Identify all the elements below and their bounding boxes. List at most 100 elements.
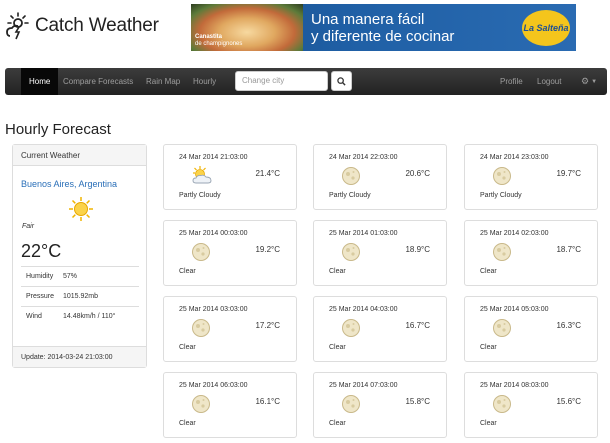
current-temperature: 22°C (21, 241, 62, 261)
update-label: Update: (21, 354, 46, 361)
forecast-datetime: 25 Mar 2014 03:03:00 (179, 306, 248, 313)
ad-food-image: Canastita de champignones (191, 4, 303, 51)
moon-icon (492, 166, 512, 186)
forecast-temperature: 15.8°C (405, 397, 430, 406)
forecast-card: 25 Mar 2014 07:03:00 15.8°C Clear (313, 372, 447, 438)
caret-down-icon: ▼ (591, 78, 598, 85)
forecast-temperature: 16.1°C (255, 397, 280, 406)
forecast-card: 25 Mar 2014 00:03:00 19.2°C Clear (163, 220, 297, 286)
forecast-temperature: 19.2°C (255, 245, 280, 254)
search-icon (337, 76, 346, 86)
forecast-temperature: 18.9°C (405, 245, 430, 254)
ad-headline-line1: Una manera fácil (311, 11, 425, 28)
ad-brand-logo: La Salteña (522, 10, 570, 46)
settings-dropdown[interactable]: ⚙ ▼ (581, 68, 597, 95)
forecast-datetime: 25 Mar 2014 07:03:00 (329, 382, 398, 389)
city-search-input[interactable]: Change city (235, 71, 328, 91)
forecast-card: 25 Mar 2014 05:03:00 16.3°C Clear (464, 296, 598, 362)
forecast-condition: Clear (179, 344, 196, 351)
forecast-condition: Clear (179, 268, 196, 275)
nav-rain-map[interactable]: Rain Map (146, 68, 180, 95)
current-weather-panel: Current Weather Buenos Aires, Argentina … (12, 144, 147, 368)
forecast-condition: Partly Cloudy (179, 192, 221, 199)
forecast-card: 24 Mar 2014 21:03:00 21.4°C Partly Cloudy (163, 144, 297, 210)
ad-headline-line2: y diferente de cocinar (311, 28, 455, 45)
moon-icon (492, 394, 512, 414)
detail-row-pressure: Pressure 1015.92mb (21, 286, 139, 306)
forecast-temperature: 21.4°C (255, 169, 280, 178)
forecast-datetime: 24 Mar 2014 23:03:00 (480, 154, 549, 161)
forecast-card: 25 Mar 2014 06:03:00 16.1°C Clear (163, 372, 297, 438)
forecast-temperature: 16.7°C (405, 321, 430, 330)
forecast-temperature: 17.2°C (255, 321, 280, 330)
forecast-card: 24 Mar 2014 23:03:00 19.7°C Partly Cloudy (464, 144, 598, 210)
forecast-datetime: 25 Mar 2014 00:03:00 (179, 230, 248, 237)
forecast-temperature: 19.7°C (556, 169, 581, 178)
detail-row-wind: Wind 14.48km/h / 110° (21, 306, 139, 326)
gear-icon: ⚙ (581, 76, 590, 86)
forecast-datetime: 24 Mar 2014 22:03:00 (329, 154, 398, 161)
moon-icon (492, 318, 512, 338)
forecast-datetime: 25 Mar 2014 05:03:00 (480, 306, 549, 313)
forecast-temperature: 15.6°C (556, 397, 581, 406)
nav-home[interactable]: Home (21, 68, 59, 95)
ad-product-label: Canastita de champignones (195, 34, 242, 48)
ad-product: Canastita (195, 34, 223, 40)
forecast-datetime: 25 Mar 2014 02:03:00 (480, 230, 549, 237)
forecast-card: 24 Mar 2014 22:03:00 20.6°C Partly Cloudy (313, 144, 447, 210)
moon-icon (341, 242, 361, 262)
forecast-condition: Clear (329, 420, 346, 427)
nav-hourly[interactable]: Hourly (193, 68, 216, 95)
detail-label: Pressure (26, 293, 55, 300)
forecast-condition: Partly Cloudy (480, 192, 522, 199)
forecast-condition: Clear (480, 420, 497, 427)
forecast-card: 25 Mar 2014 08:03:00 15.6°C Clear (464, 372, 598, 438)
forecast-condition: Clear (329, 268, 346, 275)
current-weather-header: Current Weather (13, 145, 146, 166)
moon-icon (492, 242, 512, 262)
forecast-datetime: 24 Mar 2014 21:03:00 (179, 154, 248, 161)
forecast-temperature: 20.6°C (405, 169, 430, 178)
forecast-condition: Clear (480, 268, 497, 275)
partly-cloudy-icon (191, 166, 212, 186)
app-name: Catch Weather (35, 15, 159, 36)
forecast-condition: Partly Cloudy (329, 192, 371, 199)
ad-banner[interactable]: Canastita de champignones Una manera fác… (191, 4, 576, 51)
page-title: Hourly Forecast (5, 121, 111, 138)
forecast-condition: Clear (329, 344, 346, 351)
forecast-datetime: 25 Mar 2014 08:03:00 (480, 382, 549, 389)
forecast-condition: Clear (179, 420, 196, 427)
forecast-datetime: 25 Mar 2014 01:03:00 (329, 230, 398, 237)
moon-icon (341, 318, 361, 338)
nav-logout[interactable]: Logout (537, 68, 561, 95)
search-button[interactable] (331, 71, 352, 91)
forecast-temperature: 18.7°C (556, 245, 581, 254)
weather-logo-icon (6, 12, 29, 40)
nav-compare-forecasts[interactable]: Compare Forecasts (63, 68, 133, 95)
ad-product-sub: de champignones (195, 41, 243, 47)
moon-icon (341, 394, 361, 414)
detail-label: Humidity (26, 273, 54, 280)
forecast-card: 25 Mar 2014 03:03:00 17.2°C Clear (163, 296, 297, 362)
app-logo[interactable]: Catch Weather (5, 12, 159, 40)
update-value: 2014-03-24 21:03:00 (47, 354, 113, 361)
sun-icon (69, 197, 93, 221)
forecast-condition: Clear (480, 344, 497, 351)
forecast-card: 25 Mar 2014 01:03:00 18.9°C Clear (313, 220, 447, 286)
detail-value: 1015.92mb (63, 293, 99, 300)
ad-headline: Una manera fácil y diferente de cocinar (311, 11, 454, 45)
current-details-table: Humidity 57% Pressure 1015.92mb Wind 14.… (21, 266, 139, 326)
current-city-link[interactable]: Buenos Aires, Argentina (21, 179, 117, 189)
update-footer: Update: 2014-03-24 21:03:00 (13, 346, 146, 367)
forecast-datetime: 25 Mar 2014 04:03:00 (329, 306, 398, 313)
detail-value: 14.48km/h / 110° (63, 313, 116, 320)
moon-icon (191, 318, 211, 338)
moon-icon (191, 394, 211, 414)
forecast-card: 25 Mar 2014 02:03:00 18.7°C Clear (464, 220, 598, 286)
nav-profile[interactable]: Profile (500, 68, 523, 95)
moon-icon (341, 166, 361, 186)
moon-icon (191, 242, 211, 262)
detail-label: Wind (26, 313, 42, 320)
current-condition: Fair (22, 223, 35, 230)
forecast-datetime: 25 Mar 2014 06:03:00 (179, 382, 248, 389)
